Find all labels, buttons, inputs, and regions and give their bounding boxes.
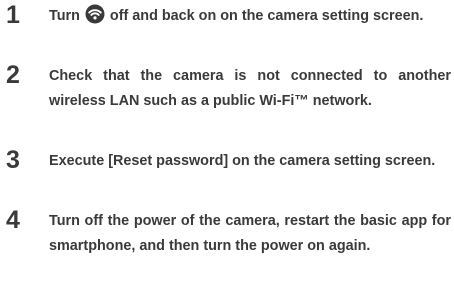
step-text: Turn off and back on on the camera setti… <box>49 4 451 29</box>
step-text: Turn off the power of the camera, restar… <box>49 213 451 254</box>
step-text: Execute [Reset password] on the camera s… <box>49 153 436 169</box>
step-text: Check that the camera is not connected t… <box>49 68 451 109</box>
step-text-part: off and back on on the camera setting sc… <box>105 8 424 24</box>
step-number: 3 <box>6 146 20 174</box>
wifi-icon <box>85 4 105 24</box>
step-number: 4 <box>6 206 20 234</box>
step-number: 1 <box>6 1 20 29</box>
step-number: 2 <box>6 61 20 89</box>
step-text-part: Turn <box>49 8 84 24</box>
